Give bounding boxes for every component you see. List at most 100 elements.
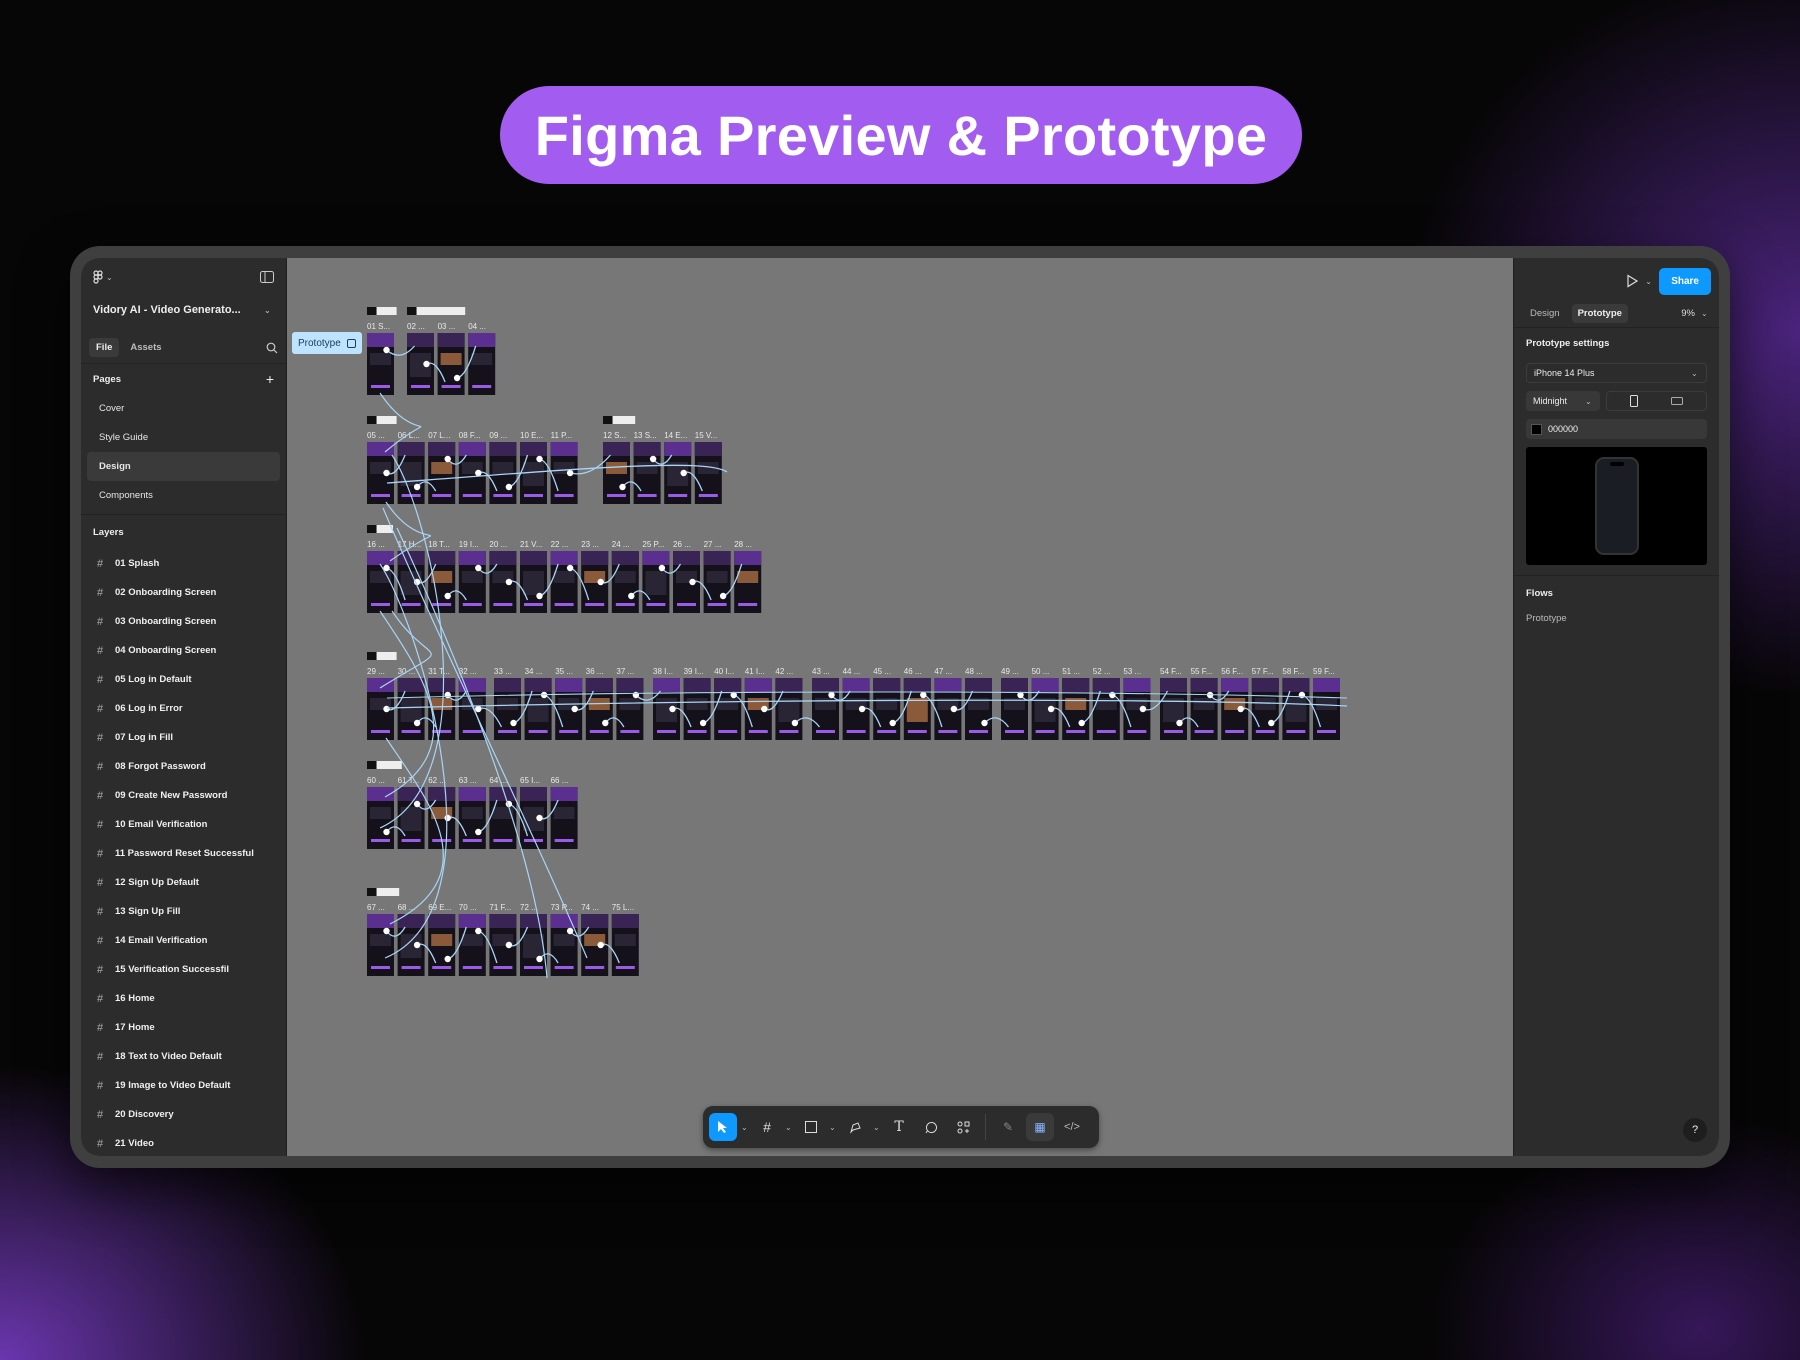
- chevron-down-icon[interactable]: ⌄: [873, 1123, 881, 1132]
- connection-node[interactable]: [628, 592, 635, 600]
- connection-node[interactable]: [597, 941, 604, 949]
- screen-frame[interactable]: [428, 914, 456, 976]
- screen-frame[interactable]: [1251, 678, 1279, 740]
- tab-assets[interactable]: Assets: [123, 338, 168, 357]
- connection-node[interactable]: [444, 455, 451, 463]
- connection-node[interactable]: [505, 941, 513, 949]
- screen-frame[interactable]: [703, 551, 731, 613]
- connection-node[interactable]: [566, 927, 574, 935]
- connection-node[interactable]: [475, 469, 482, 477]
- screen-frame[interactable]: [965, 678, 992, 740]
- frame-tool-icon[interactable]: #: [753, 1113, 781, 1141]
- design-mode-icon[interactable]: ▦: [1026, 1113, 1054, 1141]
- connection-node[interactable]: [858, 705, 866, 713]
- help-button[interactable]: ?: [1683, 1118, 1707, 1142]
- screen-frame[interactable]: [468, 333, 496, 395]
- screen-frame[interactable]: [664, 442, 692, 504]
- screen-frame[interactable]: [428, 442, 456, 504]
- connection-node[interactable]: [444, 814, 451, 822]
- page-item[interactable]: Cover: [87, 394, 280, 423]
- connection-node[interactable]: [669, 705, 676, 713]
- screen-frame[interactable]: [397, 678, 425, 740]
- connection-node[interactable]: [699, 719, 707, 727]
- layer-item[interactable]: #16 Home: [81, 984, 286, 1013]
- actions-icon[interactable]: [949, 1113, 977, 1141]
- screen-frame[interactable]: [812, 678, 839, 740]
- dev-mode-icon[interactable]: </>: [1058, 1113, 1086, 1141]
- screen-frame[interactable]: [581, 551, 609, 613]
- layer-item[interactable]: #01 Splash: [81, 549, 286, 578]
- screen-frame[interactable]: [744, 678, 772, 740]
- screen-frame[interactable]: [550, 787, 578, 849]
- connection-node[interactable]: [1078, 719, 1085, 727]
- connection-node[interactable]: [444, 592, 451, 600]
- connection-node[interactable]: [453, 374, 461, 382]
- model-color-select[interactable]: Midnight ⌄: [1526, 391, 1600, 411]
- layer-item[interactable]: #02 Onboarding Screen: [81, 578, 286, 607]
- connection-node[interactable]: [383, 828, 390, 836]
- tab-prototype[interactable]: Prototype: [1571, 304, 1628, 323]
- connection-node[interactable]: [632, 691, 640, 699]
- screen-frame[interactable]: [611, 914, 639, 976]
- layer-item[interactable]: #19 Image to Video Default: [81, 1071, 286, 1100]
- connection-node[interactable]: [889, 719, 896, 727]
- screen-frame[interactable]: [903, 678, 931, 740]
- connection-node[interactable]: [566, 564, 574, 572]
- sidebar-toggle-icon[interactable]: [260, 271, 274, 283]
- screen-frame[interactable]: [1160, 678, 1187, 740]
- screen-frame[interactable]: [458, 914, 486, 976]
- connection-node[interactable]: [475, 705, 482, 713]
- chevron-down-icon[interactable]: ⌄: [829, 1123, 837, 1132]
- shape-tool-icon[interactable]: [797, 1113, 825, 1141]
- screen-frame[interactable]: [1062, 678, 1090, 740]
- screen-frame[interactable]: [397, 787, 425, 849]
- connection-node[interactable]: [475, 927, 482, 935]
- connection-node[interactable]: [658, 564, 666, 572]
- screen-frame[interactable]: [642, 551, 670, 613]
- screen-frame[interactable]: [585, 678, 613, 740]
- chevron-down-icon[interactable]: ⌄: [1645, 277, 1653, 286]
- connection-node[interactable]: [566, 469, 574, 477]
- screen-frame[interactable]: [458, 678, 486, 740]
- connection-node[interactable]: [791, 719, 799, 727]
- present-play-icon[interactable]: [1625, 274, 1639, 288]
- connection-node[interactable]: [423, 360, 430, 368]
- screen-frame[interactable]: [1221, 678, 1249, 740]
- screen-frame[interactable]: [1001, 678, 1028, 740]
- layer-item[interactable]: #09 Create New Password: [81, 781, 286, 810]
- screen-frame[interactable]: [611, 551, 639, 613]
- layer-item[interactable]: #20 Discovery: [81, 1100, 286, 1129]
- screen-frame[interactable]: [683, 678, 711, 740]
- screen-frame[interactable]: [603, 442, 630, 504]
- connection-node[interactable]: [649, 455, 657, 463]
- figma-menu-button[interactable]: ⌄: [93, 270, 114, 284]
- page-item[interactable]: Components: [87, 481, 280, 510]
- screen-frame[interactable]: [397, 914, 425, 976]
- connection-node[interactable]: [719, 592, 727, 600]
- connection-node[interactable]: [597, 578, 604, 586]
- connection-node[interactable]: [950, 705, 958, 713]
- connection-node[interactable]: [761, 705, 768, 713]
- screen-frame[interactable]: [367, 333, 394, 395]
- screen-frame[interactable]: [633, 442, 661, 504]
- connection-node[interactable]: [383, 346, 390, 354]
- connection-node[interactable]: [571, 705, 578, 713]
- screen-frame[interactable]: [367, 787, 394, 849]
- add-page-icon[interactable]: +: [266, 371, 274, 387]
- connection-node[interactable]: [536, 592, 543, 600]
- connection-node[interactable]: [475, 828, 482, 836]
- search-icon[interactable]: [266, 342, 278, 354]
- text-tool-icon[interactable]: T: [885, 1113, 913, 1141]
- project-name-dropdown[interactable]: Vidory AI - Video Generato... ⌄: [81, 296, 286, 324]
- connection-node[interactable]: [475, 564, 482, 572]
- screen-frame[interactable]: [407, 333, 434, 395]
- screen-frame[interactable]: [397, 551, 425, 613]
- connection-node[interactable]: [981, 719, 988, 727]
- landscape-icon[interactable]: [1670, 397, 1683, 405]
- layer-item[interactable]: #18 Text to Video Default: [81, 1042, 286, 1071]
- connection-node[interactable]: [680, 469, 687, 477]
- screen-frame[interactable]: [489, 551, 517, 613]
- screen-frame[interactable]: [673, 551, 700, 613]
- connection-node[interactable]: [1176, 719, 1183, 727]
- screen-frame[interactable]: [458, 442, 486, 504]
